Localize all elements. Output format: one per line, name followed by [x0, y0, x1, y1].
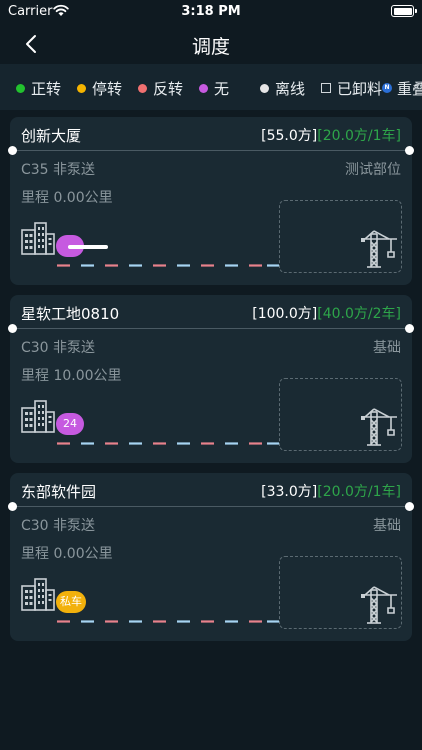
plant-building-icon [21, 222, 55, 255]
truck-badge[interactable]: 24 [56, 413, 84, 435]
legend-item-offline: 离线 [260, 78, 305, 98]
red-dot-icon [138, 83, 147, 93]
site-card[interactable]: 星软工地0810 [100.0方][40.0方/2车] C30 非泵送 基础 里… [8, 295, 414, 463]
mileage: 里程 0.00公里 [21, 546, 113, 562]
construction-part: 基础 [373, 518, 401, 534]
total-volume: [100.0方] [252, 306, 318, 322]
legend-item-reverse: 反转 [138, 78, 183, 98]
divider-dot-right [405, 146, 414, 155]
site-card[interactable]: 东部软件园 [33.0方][20.0方/1车] C30 非泵送 基础 里程 0.… [8, 473, 414, 641]
concrete-grade: C35 非泵送 [21, 162, 96, 178]
divider-dot-left [8, 324, 17, 333]
divider-dot-left [8, 146, 17, 155]
mileage: 里程 10.00公里 [21, 368, 122, 384]
legend-item-unloaded: 已卸料 [321, 78, 382, 98]
volume-summary: [55.0方][20.0方/1车] [261, 125, 401, 145]
site-card[interactable]: 创新大厦 [55.0方][20.0方/1车] C35 非泵送 测试部位 里程 0… [8, 117, 414, 285]
sent-volume: [40.0方/2车] [317, 306, 401, 322]
divider-dot-left [8, 502, 17, 511]
yellow-dot-icon [77, 83, 86, 93]
legend-item-stopped: 停转 [77, 78, 122, 98]
legend-label: 反转 [153, 79, 184, 98]
checkbox-outline-icon [321, 83, 331, 93]
mileage: 里程 0.00公里 [21, 190, 113, 206]
site-name: 星软工地0810 [21, 305, 120, 323]
tower-crane-icon [361, 408, 397, 446]
legend-item-none: 无 [199, 78, 229, 98]
route-progress-line [57, 442, 279, 445]
divider-dot-right [405, 324, 414, 333]
divider [12, 328, 410, 329]
status-legend: 正转 停转 反转 无 离线 已卸料 N 重叠 [0, 64, 422, 110]
legend-label: 无 [214, 79, 230, 98]
divider-dot-right [405, 502, 414, 511]
legend-label: 重叠 [397, 79, 422, 98]
white-dot-icon [260, 83, 269, 93]
card-header: 创新大厦 [55.0方][20.0方/1车] [10, 117, 412, 150]
tower-crane-icon [361, 586, 397, 624]
concrete-grade: C30 非泵送 [21, 518, 96, 534]
card-header: 星软工地0810 [100.0方][40.0方/2车] [10, 295, 412, 328]
divider [12, 506, 410, 507]
green-dot-icon [16, 83, 25, 93]
sent-volume: [20.0方/1车] [317, 484, 401, 500]
legend-item-overlap: N 重叠 [382, 78, 422, 98]
site-name: 创新大厦 [21, 127, 82, 145]
concrete-grade: C30 非泵送 [21, 340, 96, 356]
total-volume: [33.0方] [261, 484, 318, 500]
volume-summary: [100.0方][40.0方/2车] [252, 303, 401, 323]
construction-part: 基础 [373, 340, 401, 356]
divider [12, 150, 410, 151]
page-title: 调度 [191, 36, 230, 58]
tower-crane-icon [361, 230, 397, 268]
nav-bar: 调度 [0, 24, 422, 64]
legend-item-forward: 正转 [16, 78, 61, 98]
route-progress-line [57, 620, 279, 623]
construction-part: 测试部位 [345, 162, 401, 178]
plant-building-icon [21, 578, 55, 611]
truck-badge[interactable]: 私车 [56, 591, 86, 613]
n-badge-icon: N [382, 83, 392, 93]
volume-summary: [33.0方][20.0方/1车] [261, 481, 401, 501]
legend-label: 已卸料 [337, 79, 383, 98]
plant-building-icon [21, 400, 55, 433]
clock: 3:18 PM [181, 4, 241, 19]
route-progress-line [57, 264, 279, 267]
sent-volume: [20.0方/1车] [317, 128, 401, 144]
total-volume: [55.0方] [261, 128, 318, 144]
legend-label: 正转 [31, 79, 62, 98]
battery-icon [391, 5, 417, 17]
legend-label: 停转 [92, 79, 123, 98]
card-header: 东部软件园 [33.0方][20.0方/1车] [10, 473, 412, 506]
legend-label: 离线 [275, 79, 306, 98]
purple-dot-icon [199, 83, 208, 93]
site-name: 东部软件园 [21, 483, 97, 501]
obscured-plate-mark [68, 245, 108, 249]
status-bar: Carrier 3:18 PM [0, 0, 422, 24]
